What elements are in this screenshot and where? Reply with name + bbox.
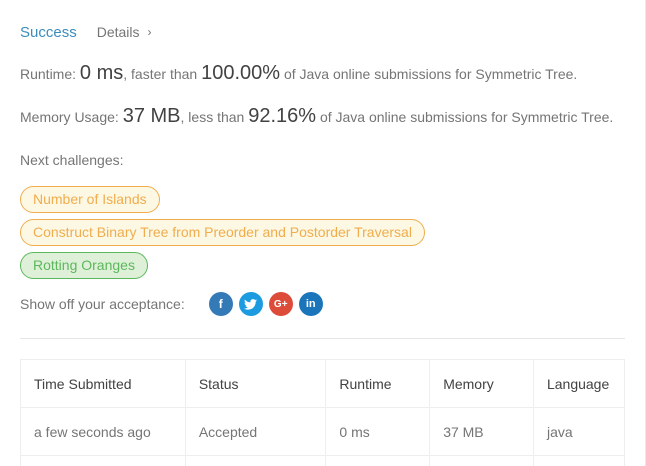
column-header-status: Status xyxy=(184,359,327,408)
chevron-right-icon: › xyxy=(147,25,152,39)
table-row-partial xyxy=(20,455,626,466)
column-header-time-submitted: Time Submitted xyxy=(20,359,186,408)
column-header-memory: Memory xyxy=(429,359,534,408)
cell-empty xyxy=(532,455,626,466)
result-header: Success Details › xyxy=(20,22,152,42)
memory-value: 37 MB xyxy=(122,105,181,127)
runtime-suffix: of Java online submissions for Symmetric… xyxy=(280,66,578,82)
cell-empty xyxy=(184,455,327,466)
details-label: Details xyxy=(96,24,140,40)
google-plus-icon[interactable]: G+ xyxy=(268,292,293,316)
details-link[interactable]: Details › xyxy=(97,24,152,40)
memory-percent: 92.16% xyxy=(248,105,317,127)
cell-empty xyxy=(429,455,534,466)
challenge-tag-construct-binary-tree[interactable]: Construct Binary Tree from Preorder and … xyxy=(20,219,425,246)
section-divider xyxy=(20,338,625,339)
cell-memory: 37 MB xyxy=(429,407,534,456)
memory-middle: , less than xyxy=(180,109,249,125)
cell-runtime: 0 ms xyxy=(325,407,431,456)
next-challenges-label: Next challenges: xyxy=(20,152,124,168)
column-header-runtime: Runtime xyxy=(325,359,431,408)
cell-status-accepted-link[interactable]: Accepted xyxy=(184,407,327,456)
runtime-prefix: Runtime: xyxy=(20,66,80,82)
facebook-icon[interactable]: f xyxy=(208,292,233,316)
share-icons: f G+ in xyxy=(208,292,329,316)
cell-empty xyxy=(20,455,186,466)
share-row: Show off your acceptance: f G+ in xyxy=(20,292,329,316)
cell-time-submitted: a few seconds ago xyxy=(20,407,186,456)
challenge-tag-number-of-islands[interactable]: Number of Islands xyxy=(20,186,160,213)
share-label: Show off your acceptance: xyxy=(20,296,185,312)
linkedin-icon[interactable]: in xyxy=(298,292,323,316)
status-success: Success xyxy=(20,23,77,41)
cell-empty xyxy=(325,455,431,466)
twitter-bird-glyph xyxy=(244,298,258,310)
challenge-tag-rotting-oranges[interactable]: Rotting Oranges xyxy=(20,252,148,279)
memory-prefix: Memory Usage: xyxy=(20,109,123,125)
runtime-line: Runtime: 0 ms, faster than 100.00% of Ja… xyxy=(20,62,577,85)
runtime-middle: , faster than xyxy=(123,66,202,82)
table-row: a few seconds ago Accepted 0 ms 37 MB ja… xyxy=(20,407,626,456)
memory-suffix: of Java online submissions for Symmetric… xyxy=(316,109,614,125)
column-header-language: Language xyxy=(532,359,626,408)
memory-line: Memory Usage: 37 MB, less than 92.16% of… xyxy=(20,105,613,128)
runtime-percent: 100.00% xyxy=(201,62,281,84)
table-header-row: Time Submitted Status Runtime Memory Lan… xyxy=(20,359,626,408)
submissions-table: Time Submitted Status Runtime Memory Lan… xyxy=(20,359,626,466)
cell-language: java xyxy=(532,407,626,456)
twitter-icon[interactable] xyxy=(238,292,263,316)
runtime-value: 0 ms xyxy=(79,62,124,84)
